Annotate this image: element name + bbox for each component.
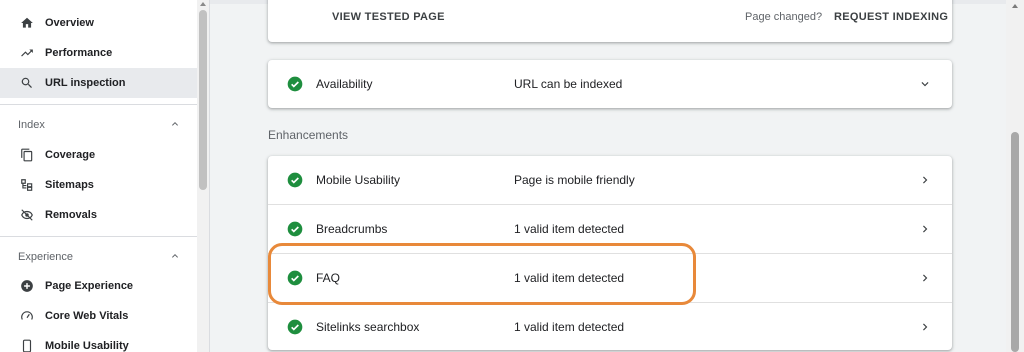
row-name: Mobile Usability xyxy=(316,173,401,187)
sidebar-scrollbar[interactable] xyxy=(197,0,210,352)
sidebar-item-label: URL inspection xyxy=(45,77,126,89)
request-indexing-button[interactable]: REQUEST INDEXING xyxy=(834,11,948,23)
divider xyxy=(0,236,197,237)
chevron-up-icon xyxy=(169,250,181,265)
enhancement-row-sitelinks-searchbox[interactable]: Sitelinks searchbox 1 valid item detecte… xyxy=(268,303,952,351)
check-circle-icon xyxy=(287,319,303,335)
scroll-up-arrow-icon[interactable] xyxy=(1012,4,1018,8)
trending-up-icon xyxy=(19,45,35,61)
faq-highlight-annotation xyxy=(268,243,696,305)
chevron-right-icon[interactable] xyxy=(918,320,932,334)
eye-off-icon xyxy=(19,207,35,223)
row-name: Breadcrumbs xyxy=(316,222,388,236)
sidebar-item-label: Performance xyxy=(45,47,113,59)
scrollbar-thumb[interactable] xyxy=(1011,132,1019,352)
sidebar-item-coverage[interactable]: Coverage xyxy=(0,140,197,170)
sidebar-item-page-experience[interactable]: Page Experience xyxy=(0,271,197,301)
sidebar-item-removals[interactable]: Removals xyxy=(0,200,197,230)
chevron-right-icon[interactable] xyxy=(918,222,932,236)
section-header-index[interactable]: Index xyxy=(0,112,197,138)
speedometer-icon xyxy=(19,308,35,324)
scroll-up-arrow-icon[interactable] xyxy=(200,2,206,6)
sidebar-item-label: Overview xyxy=(45,17,94,29)
section-title: Experience xyxy=(18,251,74,263)
copy-icon xyxy=(19,147,35,163)
plus-circle-icon xyxy=(19,278,35,294)
sidebar-item-label: Removals xyxy=(45,209,97,221)
sidebar-item-label: Page Experience xyxy=(45,280,134,292)
scrollbar-thumb[interactable] xyxy=(199,10,207,190)
chevron-up-icon xyxy=(169,118,181,133)
check-circle-icon xyxy=(287,76,303,92)
sitemap-icon xyxy=(19,177,35,193)
chevron-right-icon[interactable] xyxy=(918,271,932,285)
sidebar-item-label: Core Web Vitals xyxy=(45,310,129,322)
section-title: Index xyxy=(18,119,45,131)
divider xyxy=(0,104,197,105)
sidebar-item-label: Sitemaps xyxy=(45,179,94,191)
row-status: URL can be indexed xyxy=(514,77,623,91)
section-header-experience[interactable]: Experience xyxy=(0,244,197,270)
chevron-down-icon[interactable] xyxy=(918,77,932,91)
sidebar-item-performance[interactable]: Performance xyxy=(0,38,197,68)
home-icon xyxy=(19,15,35,31)
sidebar-item-url-inspection[interactable]: URL inspection xyxy=(0,68,197,98)
sidebar-item-overview[interactable]: Overview xyxy=(0,8,197,38)
sidebar: Overview Performance URL inspection Inde… xyxy=(0,0,198,352)
row-status: 1 valid item detected xyxy=(514,222,625,236)
check-circle-icon xyxy=(287,221,303,237)
page-changed-text: Page changed? xyxy=(745,11,823,23)
availability-row[interactable]: Availability URL can be indexed xyxy=(268,60,952,108)
search-icon xyxy=(19,75,35,91)
sidebar-item-core-web-vitals[interactable]: Core Web Vitals xyxy=(0,301,197,331)
enhancement-row-mobile-usability[interactable]: Mobile Usability Page is mobile friendly xyxy=(268,156,952,204)
row-status: 1 valid item detected xyxy=(514,320,625,334)
sidebar-item-label: Mobile Usability xyxy=(45,340,129,352)
row-name: Availability xyxy=(316,77,373,91)
availability-card: Availability URL can be indexed xyxy=(268,60,952,108)
row-name: Sitelinks searchbox xyxy=(316,320,420,334)
phone-icon xyxy=(19,338,35,352)
row-status: Page is mobile friendly xyxy=(514,173,635,187)
sidebar-item-sitemaps[interactable]: Sitemaps xyxy=(0,170,197,200)
main-scrollbar[interactable] xyxy=(1006,0,1024,352)
tested-page-card: VIEW TESTED PAGE Page changed? REQUEST I… xyxy=(268,0,952,42)
view-tested-page-button[interactable]: VIEW TESTED PAGE xyxy=(332,11,445,23)
chevron-right-icon[interactable] xyxy=(918,173,932,187)
check-circle-icon xyxy=(287,172,303,188)
enhancements-title: Enhancements xyxy=(268,128,349,142)
sidebar-item-mobile-usability[interactable]: Mobile Usability xyxy=(0,331,197,352)
sidebar-item-label: Coverage xyxy=(45,149,96,161)
